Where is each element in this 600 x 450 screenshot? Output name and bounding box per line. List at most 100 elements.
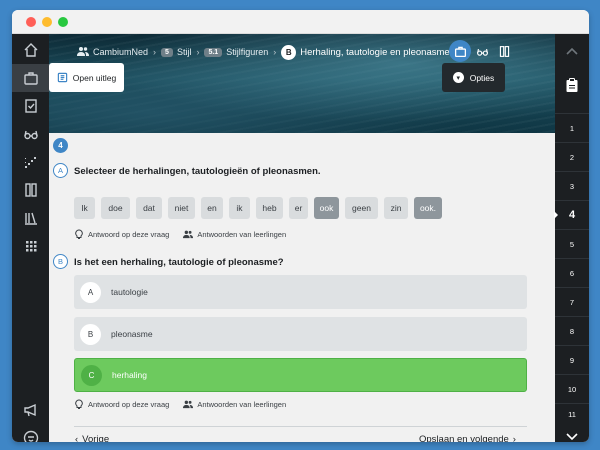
briefcase-icon[interactable] xyxy=(12,64,49,92)
question-nav-item[interactable]: 4 xyxy=(555,200,589,229)
question-nav-item[interactable]: 8 xyxy=(555,316,589,345)
section-badge: 5.1 xyxy=(204,47,223,57)
word-chip[interactable]: ook xyxy=(314,197,339,219)
option-letter: A xyxy=(80,281,101,303)
option-c[interactable]: C herhaling xyxy=(74,358,527,392)
word-chip[interactable]: ik xyxy=(229,197,250,219)
chart-icon[interactable] xyxy=(12,148,49,176)
save-next-label: Opslaan en volgende xyxy=(419,434,509,442)
question-number-badge: 4 xyxy=(53,138,68,153)
checklist-icon[interactable] xyxy=(12,92,49,120)
breadcrumb-group[interactable]: CambiumNed xyxy=(77,46,148,58)
question-nav-item[interactable]: 9 xyxy=(555,345,589,374)
people-icon xyxy=(77,46,89,58)
question-nav-item[interactable]: 1 xyxy=(555,113,589,142)
word-chip[interactable]: ook. xyxy=(414,197,442,219)
option-a[interactable]: A tautologie xyxy=(74,275,527,309)
option-letter: B xyxy=(80,323,101,345)
clipboard-icon[interactable] xyxy=(555,73,589,97)
document-icon xyxy=(499,45,509,57)
part-b-title: Is het een herhaling, tautologie of pleo… xyxy=(74,257,284,268)
student-answers-link[interactable]: Antwoorden van leerlingen xyxy=(183,229,286,239)
answer-hint-label: Antwoord op deze vraag xyxy=(88,399,170,409)
word-chip[interactable]: heb xyxy=(256,197,283,219)
part-b-hints: Antwoord op deze vraag Antwoorden van le… xyxy=(74,398,286,410)
option-label: pleonasme xyxy=(111,329,153,339)
word-chip[interactable]: doe xyxy=(101,197,130,219)
part-a-title: Selecteer de herhalingen, tautologieën o… xyxy=(74,166,321,177)
minimize-window-button[interactable] xyxy=(42,17,52,27)
document-mode-button[interactable] xyxy=(493,40,515,62)
part-a-badge: A xyxy=(53,163,68,178)
part-b-badge: B xyxy=(53,254,68,269)
nav-up-button[interactable] xyxy=(555,40,589,62)
answer-hint-label: Antwoord op deze vraag xyxy=(88,229,170,239)
word-chip[interactable]: Ik xyxy=(74,197,95,219)
lightbulb-icon xyxy=(75,229,83,239)
question-navigator: 1 2 3 4 5 6 7 8 9 10 11 xyxy=(554,34,589,442)
title-bar xyxy=(12,10,589,34)
chevron-left-icon: ‹ xyxy=(75,434,79,442)
breadcrumb-separator-icon: › xyxy=(196,47,200,57)
breadcrumb-section-label: Stijlfiguren xyxy=(226,47,269,57)
open-explanation-button[interactable]: Open uitleg xyxy=(49,63,124,92)
student-answers-link[interactable]: Antwoorden van leerlingen xyxy=(183,399,286,409)
word-chip[interactable]: geen xyxy=(345,197,378,219)
question-nav-item[interactable]: 11 xyxy=(555,403,589,425)
breadcrumb-lesson: B Herhaling, tautologie en pleonasme xyxy=(281,44,450,60)
people-icon xyxy=(183,400,194,409)
question-nav-item[interactable]: 7 xyxy=(555,287,589,316)
question-nav-item[interactable]: 2 xyxy=(555,142,589,171)
chapter-badge: 5 xyxy=(161,47,173,57)
library-icon[interactable] xyxy=(12,204,49,232)
word-chip[interactable]: zin xyxy=(384,197,408,219)
lightbulb-icon xyxy=(75,399,83,409)
breadcrumb-lesson-label: Herhaling, tautologie en pleonasme xyxy=(300,46,450,58)
breadcrumb-chapter[interactable]: 5 Stijl xyxy=(161,47,191,57)
briefcase-icon xyxy=(454,46,466,57)
question-nav-item[interactable]: 6 xyxy=(555,258,589,287)
glasses-mode-button[interactable] xyxy=(471,40,493,62)
glasses-icon[interactable] xyxy=(12,120,49,148)
previous-label: Vorige xyxy=(82,434,110,442)
briefcase-mode-button[interactable] xyxy=(449,40,471,62)
option-label: tautologie xyxy=(111,287,148,297)
word-chip[interactable]: en xyxy=(201,197,223,219)
lesson-badge: B xyxy=(281,44,297,60)
close-window-button[interactable] xyxy=(26,17,36,27)
word-chip[interactable]: er xyxy=(289,197,308,219)
save-next-button[interactable]: Opslaan en volgende › xyxy=(419,434,516,442)
sidebar xyxy=(12,34,49,442)
home-icon[interactable] xyxy=(12,36,49,64)
options-button[interactable]: ▾ Opties xyxy=(442,63,505,92)
breadcrumb-section[interactable]: 5.1 Stijlfiguren xyxy=(204,47,268,57)
app-window: CambiumNed › 5 Stijl › 5.1 Stijlfiguren … xyxy=(12,10,589,442)
current-question-marker-icon xyxy=(554,211,558,219)
chevron-right-icon: › xyxy=(512,434,516,442)
megaphone-icon[interactable] xyxy=(12,396,49,424)
divider xyxy=(74,426,527,427)
part-a-hints: Antwoord op deze vraag Antwoorden van le… xyxy=(74,228,286,240)
previous-button[interactable]: ‹ Vorige xyxy=(75,434,109,442)
people-icon xyxy=(183,230,194,239)
chevron-down-icon: ▾ xyxy=(452,72,464,83)
glasses-icon xyxy=(476,48,488,56)
document-icon[interactable] xyxy=(12,176,49,204)
maximize-window-button[interactable] xyxy=(58,17,68,27)
option-label: herhaling xyxy=(112,370,147,380)
book-icon xyxy=(57,72,67,83)
student-answers-label: Antwoorden van leerlingen xyxy=(197,229,287,239)
question-nav-item[interactable]: 5 xyxy=(555,229,589,258)
option-b[interactable]: B pleonasme xyxy=(74,317,527,351)
word-chip[interactable]: dat xyxy=(136,197,162,219)
options-label: Opties xyxy=(469,72,495,83)
question-nav-item[interactable]: 3 xyxy=(555,171,589,200)
grid-apps-icon[interactable] xyxy=(12,232,49,260)
open-explanation-label: Open uitleg xyxy=(72,72,117,83)
question-nav-item[interactable]: 10 xyxy=(555,374,589,403)
answer-hint-link[interactable]: Antwoord op deze vraag xyxy=(74,229,169,239)
word-chip[interactable]: niet xyxy=(168,197,195,219)
avatar-icon[interactable] xyxy=(12,424,49,442)
answer-hint-link[interactable]: Antwoord op deze vraag xyxy=(74,399,169,409)
nav-down-button[interactable] xyxy=(555,426,589,442)
